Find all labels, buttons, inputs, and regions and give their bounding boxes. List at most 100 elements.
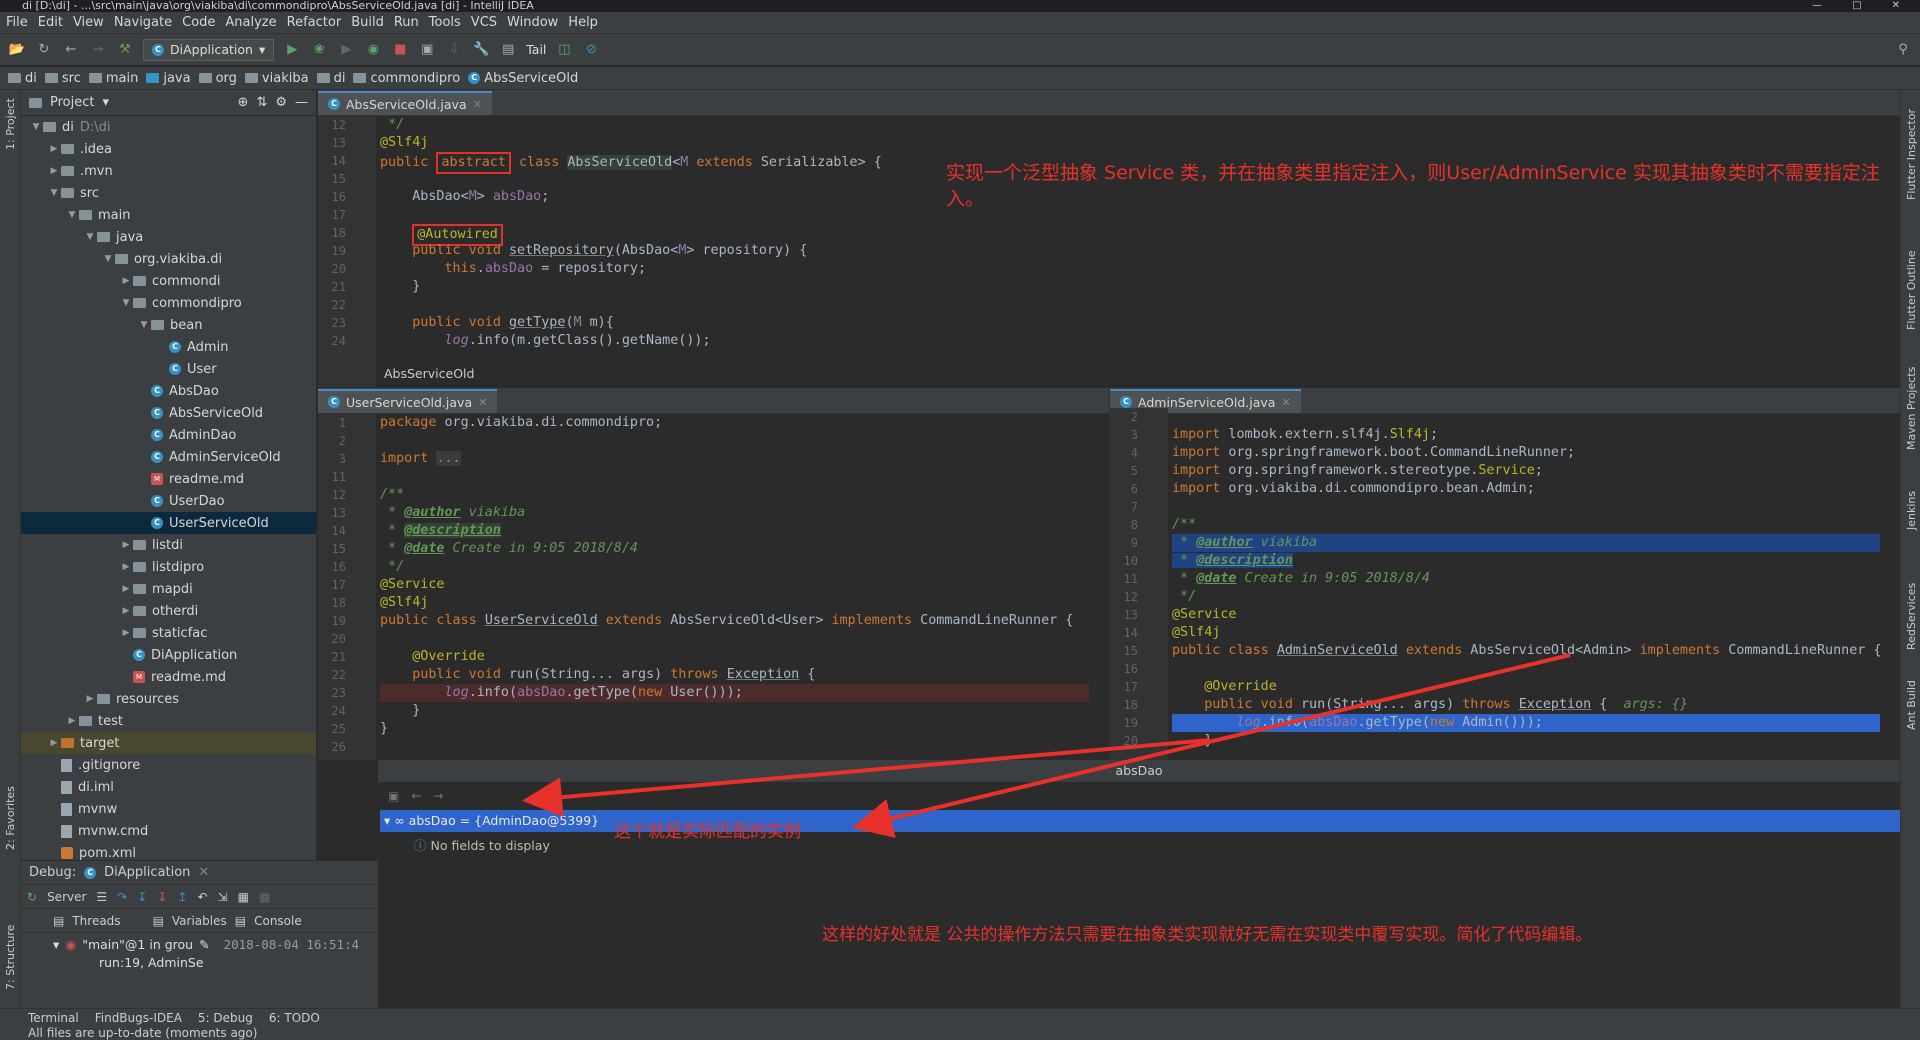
chevron-right-icon[interactable]: ▶ xyxy=(119,540,133,550)
debug-tab[interactable]: 5: Debug xyxy=(198,1011,253,1025)
tree-item[interactable]: C AdminDao xyxy=(21,424,316,446)
evaluate-icon[interactable]: ▦ xyxy=(238,890,249,904)
chevron-down-icon[interactable]: ▼ xyxy=(65,210,79,220)
blocked-icon[interactable]: ⊘ xyxy=(582,41,600,59)
edit-icon[interactable]: ✎ xyxy=(199,937,209,952)
chevron-right-icon[interactable]: ▶ xyxy=(119,606,133,616)
tree-item[interactable]: ▶ commondi xyxy=(21,270,316,292)
menu-help[interactable]: Help xyxy=(568,15,598,30)
redservices-tab[interactable]: RedServices xyxy=(1905,583,1918,650)
pin-icon[interactable]: ▣ xyxy=(388,789,399,803)
attach-icon[interactable]: ▣ xyxy=(418,41,436,59)
tree-item[interactable]: ▶ resources xyxy=(21,688,316,710)
close-icon[interactable]: ✕ xyxy=(478,396,487,409)
back-icon[interactable]: ← xyxy=(411,789,421,803)
menu-run[interactable]: Run xyxy=(394,15,419,30)
chevron-down-icon[interactable]: ▾ xyxy=(102,95,109,110)
breadcrumb-project[interactable]: di xyxy=(8,71,37,86)
menu-navigate[interactable]: Navigate xyxy=(114,15,172,30)
tree-item[interactable]: C UserDao xyxy=(21,490,316,512)
breadcrumb-src[interactable]: src xyxy=(44,71,81,86)
sync-icon[interactable]: ↻ xyxy=(35,41,53,59)
debug-icon[interactable]: ❀ xyxy=(310,41,328,59)
code-breadcrumb[interactable]: AbsServiceOld xyxy=(384,366,474,381)
tab-userserviceold[interactable]: C UserServiceOld.java ✕ xyxy=(318,389,498,413)
breadcrumb-org[interactable]: org xyxy=(198,71,237,86)
tree-item[interactable]: di.iml xyxy=(21,776,316,798)
server-tab[interactable]: Server xyxy=(47,890,86,904)
download-icon[interactable]: ⇩ xyxy=(445,41,463,59)
open-folder-icon[interactable]: 📂 xyxy=(8,41,26,59)
menu-build[interactable]: Build xyxy=(351,15,384,30)
step-out-icon[interactable]: ↥ xyxy=(177,890,187,904)
favorites-tool-tab[interactable]: 2: Favorites xyxy=(4,786,17,850)
breadcrumb-java[interactable]: java xyxy=(146,71,191,86)
tree-item[interactable]: C AbsServiceOld xyxy=(21,402,316,424)
console-tab[interactable]: Console xyxy=(254,914,302,928)
force-step-into-icon[interactable]: ↧ xyxy=(157,890,167,904)
flutter-inspector-tab[interactable]: Flutter Inspector xyxy=(1905,109,1918,200)
gear-icon[interactable]: ⚙ xyxy=(275,95,287,110)
tree-item[interactable]: ▶ .idea xyxy=(21,138,316,160)
hide-icon[interactable]: — xyxy=(295,95,308,110)
chevron-down-icon[interactable]: ▼ xyxy=(29,122,43,132)
thread-row[interactable]: ▾ ◉ "main"@1 in grou ✎ 2018-08-04 16:51:… xyxy=(21,933,378,955)
tree-item[interactable]: C UserServiceOld xyxy=(21,512,316,534)
code-area[interactable]: package org.viakiba.di.commondipro; impo… xyxy=(380,414,1089,760)
menu-refactor[interactable]: Refactor xyxy=(287,15,342,30)
run-config-select[interactable]: C DiApplication ▾ xyxy=(143,38,275,61)
tail-button[interactable]: Tail xyxy=(526,42,546,57)
chevron-down-icon[interactable]: ▼ xyxy=(83,232,97,242)
tree-item[interactable]: ▼ main xyxy=(21,204,316,226)
maven-projects-tab[interactable]: Maven Projects xyxy=(1905,367,1918,450)
trace-icon[interactable]: ▦ xyxy=(259,890,270,904)
chevron-down-icon[interactable]: ▾ xyxy=(384,813,390,828)
code-area[interactable]: */ @Slf4j public abstract class AbsServi… xyxy=(380,116,1880,387)
findbugs-tab[interactable]: FindBugs-IDEA xyxy=(95,1011,182,1025)
step-over-icon[interactable]: ↷ xyxy=(117,890,127,904)
tree-item[interactable]: ▶ target xyxy=(21,732,316,754)
project-view-select[interactable]: Project xyxy=(50,95,94,110)
close-icon[interactable]: ✕ xyxy=(1892,0,1900,12)
structure-tool-tab[interactable]: 7: Structure xyxy=(4,925,17,990)
frame-row[interactable]: run:19, AdminSe xyxy=(21,955,378,975)
close-icon[interactable]: ✕ xyxy=(1281,396,1290,409)
collapse-icon[interactable]: ⇅ xyxy=(256,95,267,110)
ant-build-tab[interactable]: Ant Build xyxy=(1905,680,1918,730)
tree-item[interactable]: ▼ org.viakiba.di xyxy=(21,248,316,270)
stop-icon[interactable]: ■ xyxy=(391,41,409,59)
search-icon[interactable]: ⚲ xyxy=(1894,41,1912,59)
chevron-down-icon[interactable]: ▾ xyxy=(53,937,59,952)
tree-item[interactable]: Mreadme.md xyxy=(21,468,316,490)
run-icon[interactable]: ▶ xyxy=(283,41,301,59)
project-structure-icon[interactable]: ▤ xyxy=(499,41,517,59)
terminal-tab[interactable]: Terminal xyxy=(28,1011,79,1025)
rerun-icon[interactable]: ↻ xyxy=(27,890,37,904)
breadcrumb-main[interactable]: main xyxy=(88,71,138,86)
target-icon[interactable]: ⊕ xyxy=(238,95,249,110)
menu-view[interactable]: View xyxy=(73,15,104,30)
tree-item[interactable]: C AbsDao xyxy=(21,380,316,402)
chevron-down-icon[interactable]: ▼ xyxy=(137,320,151,330)
drop-frame-icon[interactable]: ↶ xyxy=(197,890,207,904)
chevron-down-icon[interactable]: ▼ xyxy=(101,254,115,264)
forward-icon[interactable]: → xyxy=(433,789,443,803)
project-tool-tab[interactable]: 1: Project xyxy=(4,98,17,150)
chevron-right-icon[interactable]: ▶ xyxy=(119,584,133,594)
threads-tab[interactable]: Threads xyxy=(72,914,120,928)
tree-item[interactable]: mvnw xyxy=(21,798,316,820)
chevron-right-icon[interactable]: ▶ xyxy=(119,628,133,638)
chevron-down-icon[interactable]: ▼ xyxy=(119,298,133,308)
tree-item[interactable]: pom.xml xyxy=(21,842,316,860)
tree-item[interactable]: ▼ commondipro xyxy=(21,292,316,314)
todo-tab[interactable]: 6: TODO xyxy=(269,1011,320,1025)
tab-absserviceold[interactable]: C AbsServiceOld.java ✕ xyxy=(318,91,492,115)
chevron-right-icon[interactable]: ▶ xyxy=(119,276,133,286)
tree-item[interactable]: Mreadme.md xyxy=(21,666,316,688)
menu-file[interactable]: File xyxy=(6,15,28,30)
tree-item[interactable]: ▶ otherdi xyxy=(21,600,316,622)
tree-item[interactable]: ▶ test xyxy=(21,710,316,732)
menu-icon[interactable]: ☰ xyxy=(96,890,107,904)
menu-edit[interactable]: Edit xyxy=(38,15,63,30)
tree-item[interactable]: C AdminServiceOld xyxy=(21,446,316,468)
